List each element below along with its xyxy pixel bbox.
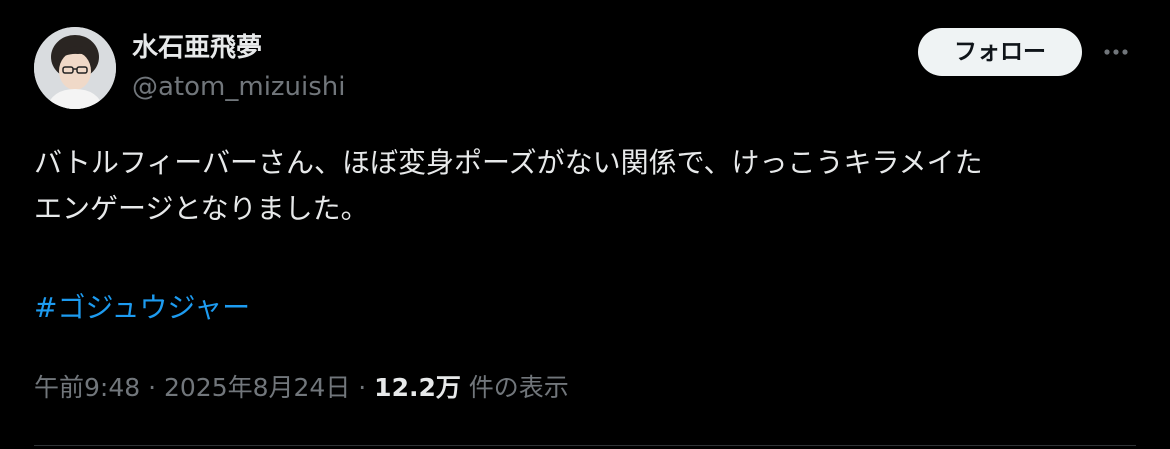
- views-count[interactable]: 12.2万: [374, 373, 461, 402]
- meta-separator: ·: [350, 373, 375, 402]
- tweet-metadata: 午前9:48 · 2025年8月24日 · 12.2万 件の表示: [34, 368, 569, 408]
- divider: [34, 445, 1136, 446]
- tweet-date[interactable]: 2025年8月24日: [164, 373, 350, 402]
- user-handle[interactable]: @atom_mizuishi: [132, 71, 346, 103]
- tweet-card: 水石亜飛夢 @atom_mizuishi フォロー バトルフィーバーさん、ほぼ変…: [0, 0, 1170, 449]
- hashtag-link[interactable]: #ゴジュウジャー: [34, 285, 250, 331]
- tweet-text-line-2: エンゲージとなりました。: [34, 192, 369, 225]
- tweet-text-line-1: バトルフィーバーさん、ほぼ変身ポーズがない関係で、けっこうキラメイた: [34, 146, 983, 179]
- more-horizontal-icon[interactable]: [1098, 34, 1134, 70]
- profile-photo-icon: [34, 27, 116, 109]
- meta-separator: ·: [140, 373, 164, 402]
- follow-button[interactable]: フォロー: [918, 28, 1082, 76]
- avatar[interactable]: [34, 27, 116, 109]
- views-label[interactable]: 件の表示: [461, 373, 569, 402]
- tweet-text: バトルフィーバーさん、ほぼ変身ポーズがない関係で、けっこうキラメイた エンゲージ…: [34, 140, 1134, 232]
- display-name[interactable]: 水石亜飛夢: [132, 32, 262, 64]
- tweet-time[interactable]: 午前9:48: [34, 373, 140, 402]
